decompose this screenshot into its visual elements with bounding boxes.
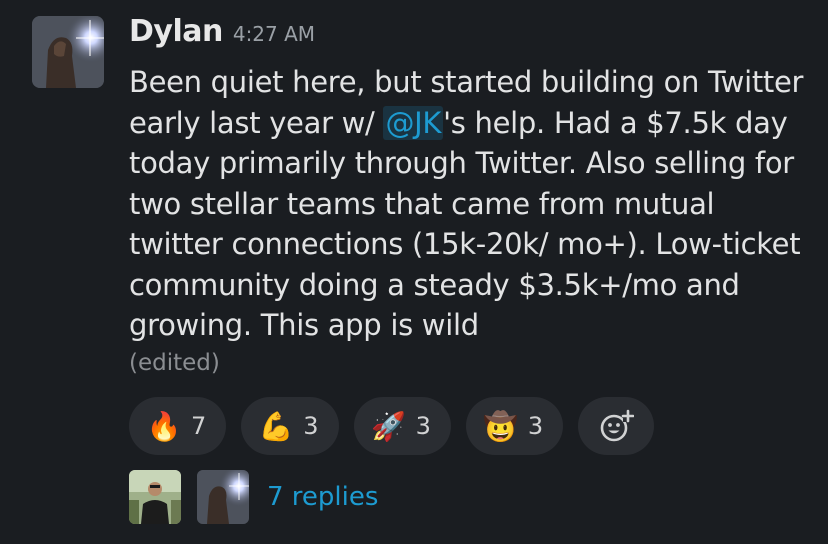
reaction-cowboy-face[interactable]: 🤠 3 xyxy=(465,397,564,455)
reaction-count: 7 xyxy=(191,412,207,440)
edited-label: (edited) xyxy=(129,349,220,376)
flexed-biceps-icon: 💪 xyxy=(258,409,294,443)
message-header: Dylan 4:27 AM xyxy=(129,14,809,54)
reaction-fire[interactable]: 🔥 7 xyxy=(129,397,227,455)
reply-avatar[interactable] xyxy=(197,470,249,524)
fire-icon: 🔥 xyxy=(146,409,182,443)
sender-avatar[interactable] xyxy=(32,16,104,88)
user-mention[interactable]: @JK xyxy=(383,105,444,140)
reaction-count: 3 xyxy=(527,412,544,440)
reactions-bar: 🔥 7 💪 3 🚀 3 🤠 3 xyxy=(129,397,655,455)
rocket-icon: 🚀 xyxy=(371,409,406,443)
sender-name[interactable]: Dylan xyxy=(129,14,223,49)
message-text: Been quiet here, but started building on… xyxy=(129,62,809,346)
add-reaction-button[interactable] xyxy=(578,397,655,455)
reaction-flexed-biceps[interactable]: 💪 3 xyxy=(241,397,339,455)
thread-replies-link[interactable]: 7 replies xyxy=(267,482,378,512)
message-text-after: 's help. Had a $7.5k day today primarily… xyxy=(129,105,801,343)
reaction-rocket[interactable]: 🚀 3 xyxy=(353,397,451,455)
timestamp[interactable]: 4:27 AM xyxy=(233,22,315,46)
reaction-count: 3 xyxy=(303,412,319,440)
reply-avatar[interactable] xyxy=(129,470,181,524)
message: Dylan 4:27 AM Been quiet here, but start… xyxy=(0,0,828,544)
thread-summary: 7 replies xyxy=(129,470,378,524)
add-reaction-icon xyxy=(600,409,635,442)
reaction-count: 3 xyxy=(415,412,431,440)
message-body: Dylan 4:27 AM Been quiet here, but start… xyxy=(129,14,809,380)
cowboy-face-icon: 🤠 xyxy=(483,409,519,443)
